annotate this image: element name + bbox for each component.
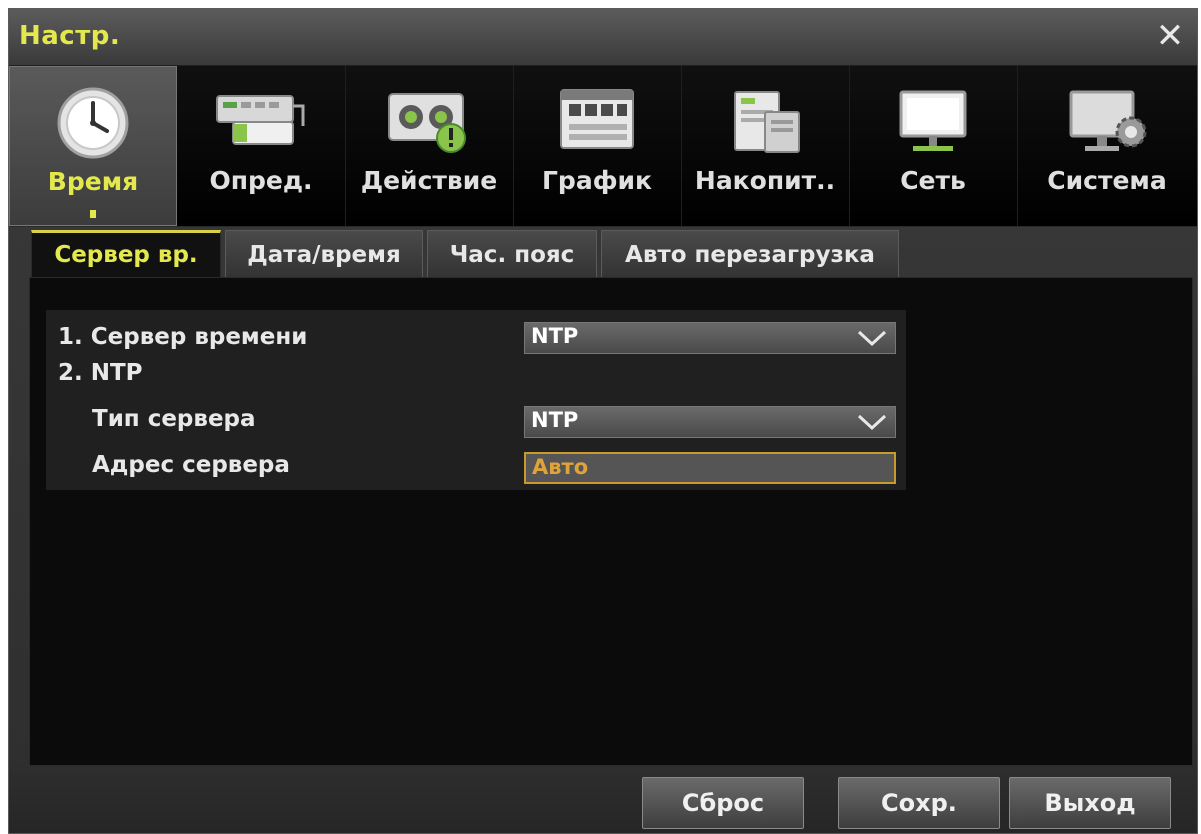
server-address-label: Адрес сервера [92, 452, 290, 478]
category-time[interactable]: Время [9, 66, 177, 226]
category-system[interactable]: Система [1017, 66, 1197, 226]
category-label: Опред. [209, 166, 313, 195]
category-label: Действие [360, 166, 498, 195]
reset-button[interactable]: Сброс [642, 777, 804, 829]
category-label: Сеть [900, 166, 966, 195]
settings-window: Настр. ✕ Время Опред. Действие График На… [8, 8, 1198, 834]
settings-panel: 1. Сервер времени NTP 2. NTP Тип сервера… [46, 310, 906, 490]
category-label: График [542, 166, 652, 195]
category-schedule[interactable]: График [513, 66, 682, 226]
time-server-value: NTP [531, 324, 579, 348]
chevron-down-icon [857, 414, 887, 431]
active-indicator [90, 210, 96, 218]
exit-button[interactable]: Выход [1009, 777, 1171, 829]
clock-icon [10, 85, 176, 161]
tab-date-time[interactable]: Дата/время [225, 230, 423, 278]
server-address-field[interactable]: Авто [524, 452, 896, 484]
tab-time-server[interactable]: Сервер вр. [31, 230, 221, 278]
category-label: Система [1047, 166, 1167, 195]
device-icon [177, 84, 345, 160]
server-address-value: Авто [532, 455, 589, 479]
chevron-down-icon [857, 330, 887, 347]
server-type-select[interactable]: NTP [524, 406, 896, 438]
time-server-label: 1. Сервер времени [58, 324, 308, 350]
server-type-label: Тип сервера [92, 406, 256, 432]
content-area: 1. Сервер времени NTP 2. NTP Тип сервера… [29, 277, 1193, 766]
title-bar: Настр. ✕ [9, 9, 1197, 66]
ntp-heading: 2. NTP [58, 360, 143, 386]
window-title: Настр. [19, 21, 121, 51]
category-bar: Время Опред. Действие График Накопит.. С… [9, 66, 1197, 227]
category-network[interactable]: Сеть [849, 66, 1018, 226]
action-icon [345, 84, 513, 160]
footer-bar: Сброс Сохр. Выход [9, 766, 1197, 833]
tab-time-zone[interactable]: Час. пояс [427, 230, 597, 278]
category-device[interactable]: Опред. [177, 66, 346, 226]
category-label: Накопит.. [694, 166, 836, 195]
storage-icon [681, 84, 849, 160]
schedule-icon [513, 84, 681, 160]
server-type-value: NTP [531, 408, 579, 432]
system-gear-icon [1017, 84, 1197, 160]
close-icon[interactable]: ✕ [1151, 17, 1189, 55]
tab-auto-reboot[interactable]: Авто перезагрузка [601, 230, 899, 278]
category-storage[interactable]: Накопит.. [681, 66, 850, 226]
monitor-icon [849, 84, 1017, 160]
category-action[interactable]: Действие [345, 66, 514, 226]
save-button[interactable]: Сохр. [838, 777, 1000, 829]
category-label: Время [47, 167, 139, 196]
time-server-select[interactable]: NTP [524, 322, 896, 354]
